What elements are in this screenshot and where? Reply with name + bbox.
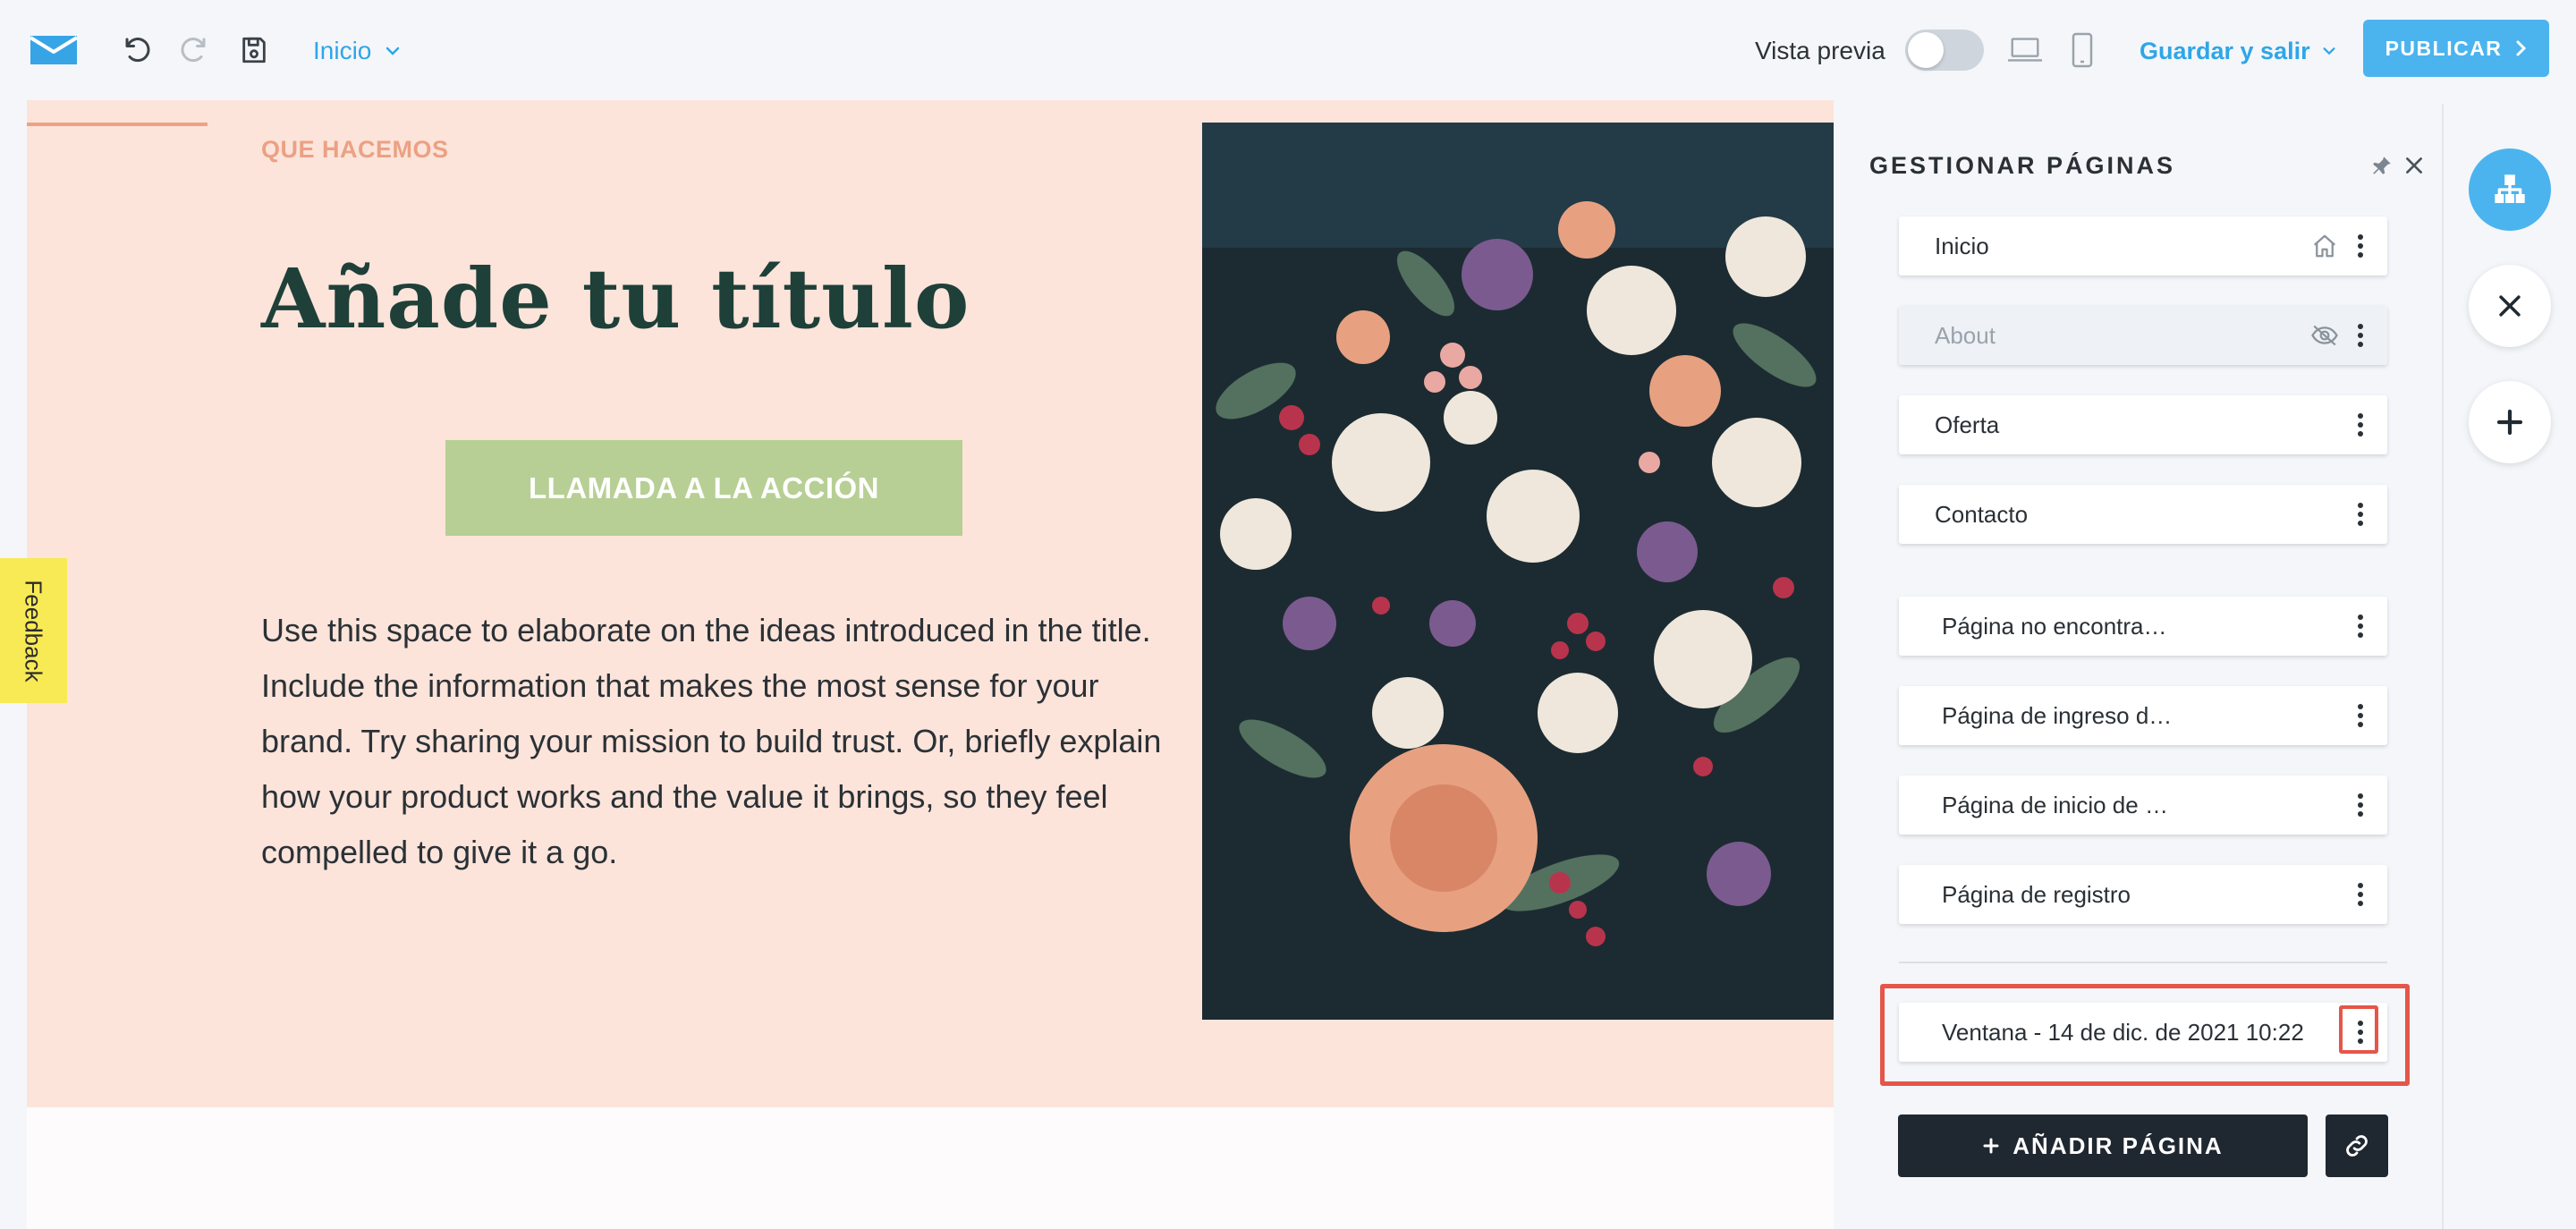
- manage-pages-panel: GESTIONAR PÁGINAS Inicio About Oferta Co…: [1834, 100, 2442, 1229]
- hero-title[interactable]: Añade tu título: [261, 250, 970, 347]
- page-item-label: Inicio: [1935, 232, 1989, 259]
- add-page-button[interactable]: AÑADIR PÁGINA: [1898, 1115, 2308, 1177]
- hidden-eye-icon: [2307, 318, 2343, 353]
- page-item-label: Página no encontra…: [1942, 612, 2167, 640]
- more-options-icon[interactable]: [2343, 228, 2378, 264]
- preview-toggle[interactable]: [1905, 30, 1984, 71]
- page-item-contacto[interactable]: Contacto: [1899, 485, 2387, 544]
- site-structure-button[interactable]: [2469, 148, 2551, 231]
- page-item-registro[interactable]: Página de registro: [1899, 865, 2387, 924]
- close-rail-button[interactable]: [2469, 265, 2551, 347]
- save-and-exit-dropdown[interactable]: Guardar y salir: [2140, 34, 2337, 68]
- page-item-not-found[interactable]: Página no encontra…: [1899, 597, 2387, 656]
- page-item-label: About: [1935, 321, 1996, 349]
- save-and-exit-label: Guardar y salir: [2140, 37, 2310, 64]
- link-icon: [2346, 1135, 2368, 1157]
- rail-separator: [2442, 104, 2444, 1229]
- mobile-view-icon[interactable]: [2064, 32, 2100, 68]
- add-element-button[interactable]: [2469, 381, 2551, 463]
- next-section[interactable]: [27, 1107, 1834, 1229]
- page-selector-label: Inicio: [313, 37, 372, 64]
- more-options-icon[interactable]: [2343, 407, 2378, 443]
- preview-label: Vista previa: [1755, 37, 1885, 64]
- editor-canvas: QUE HACEMOS Añade tu título LLAMADA A LA…: [27, 100, 1834, 1229]
- page-item-oferta[interactable]: Oferta: [1899, 395, 2387, 454]
- bouquet-illustration: [1202, 123, 1834, 1020]
- page-selector-dropdown[interactable]: Inicio: [313, 34, 402, 68]
- publish-label: PUBLICAR: [2385, 36, 2503, 60]
- more-options-icon[interactable]: [2343, 877, 2378, 912]
- page-item-label: Oferta: [1935, 411, 2000, 438]
- hero-eyebrow[interactable]: QUE HACEMOS: [261, 136, 449, 164]
- call-to-action-button[interactable]: LLAMADA A LA ACCIÓN: [445, 440, 962, 536]
- page-item-label: Contacto: [1935, 500, 2029, 528]
- chevron-down-icon: [386, 47, 400, 55]
- hero-body-text[interactable]: Use this space to elaborate on the ideas…: [261, 603, 1174, 880]
- hero-accent-line: [27, 123, 208, 126]
- flower-bouquet-image[interactable]: [1202, 123, 1834, 1020]
- page-item-label: Página de ingreso d…: [1942, 701, 2173, 729]
- more-options-icon[interactable]: [2343, 698, 2378, 733]
- publish-button[interactable]: PUBLICAR: [2363, 20, 2549, 77]
- close-icon: [2499, 295, 2521, 317]
- close-panel-icon[interactable]: [2402, 154, 2426, 177]
- pin-icon[interactable]: [2370, 154, 2394, 177]
- sitemap-icon: [2495, 174, 2525, 203]
- feedback-tab[interactable]: Feedback: [0, 558, 67, 703]
- add-page-label: AÑADIR PÁGINA: [2012, 1132, 2224, 1159]
- more-options-icon[interactable]: [2343, 608, 2378, 644]
- kebab-highlight-box: [2339, 1005, 2378, 1054]
- panel-divider: [1899, 962, 2387, 963]
- toggle-knob: [1908, 32, 1944, 68]
- link-page-button[interactable]: [2326, 1115, 2388, 1177]
- undo-icon[interactable]: [120, 32, 156, 68]
- page-item-about[interactable]: About: [1899, 306, 2387, 365]
- page-item-login[interactable]: Página de ingreso d…: [1899, 686, 2387, 745]
- plus-icon: [2496, 409, 2523, 436]
- highlight-box: [1880, 984, 2410, 1086]
- top-toolbar: Inicio Vista previa Guardar y salir PUBL…: [0, 0, 2576, 100]
- plus-icon: [1983, 1138, 1999, 1154]
- more-options-icon[interactable]: [2343, 787, 2378, 823]
- hero-section[interactable]: QUE HACEMOS Añade tu título LLAMADA A LA…: [27, 100, 1834, 1107]
- more-options-icon[interactable]: [2343, 318, 2378, 353]
- page-item-label: Página de inicio de …: [1942, 791, 2168, 818]
- more-options-icon[interactable]: [2343, 496, 2378, 532]
- page-item-home-start[interactable]: Página de inicio de …: [1899, 776, 2387, 835]
- save-icon[interactable]: [236, 32, 272, 68]
- chevron-right-icon: [2516, 40, 2527, 56]
- home-icon: [2307, 228, 2343, 264]
- redo-icon[interactable]: [175, 32, 211, 68]
- panel-title: GESTIONAR PÁGINAS: [1869, 152, 2176, 179]
- getresponse-logo-icon: [29, 36, 79, 64]
- feedback-label: Feedback: [21, 579, 47, 682]
- chevron-down-icon: [2323, 47, 2335, 55]
- desktop-view-icon[interactable]: [2007, 32, 2043, 68]
- page-item-label: Página de registro: [1942, 880, 2131, 908]
- page-item-inicio[interactable]: Inicio: [1899, 216, 2387, 275]
